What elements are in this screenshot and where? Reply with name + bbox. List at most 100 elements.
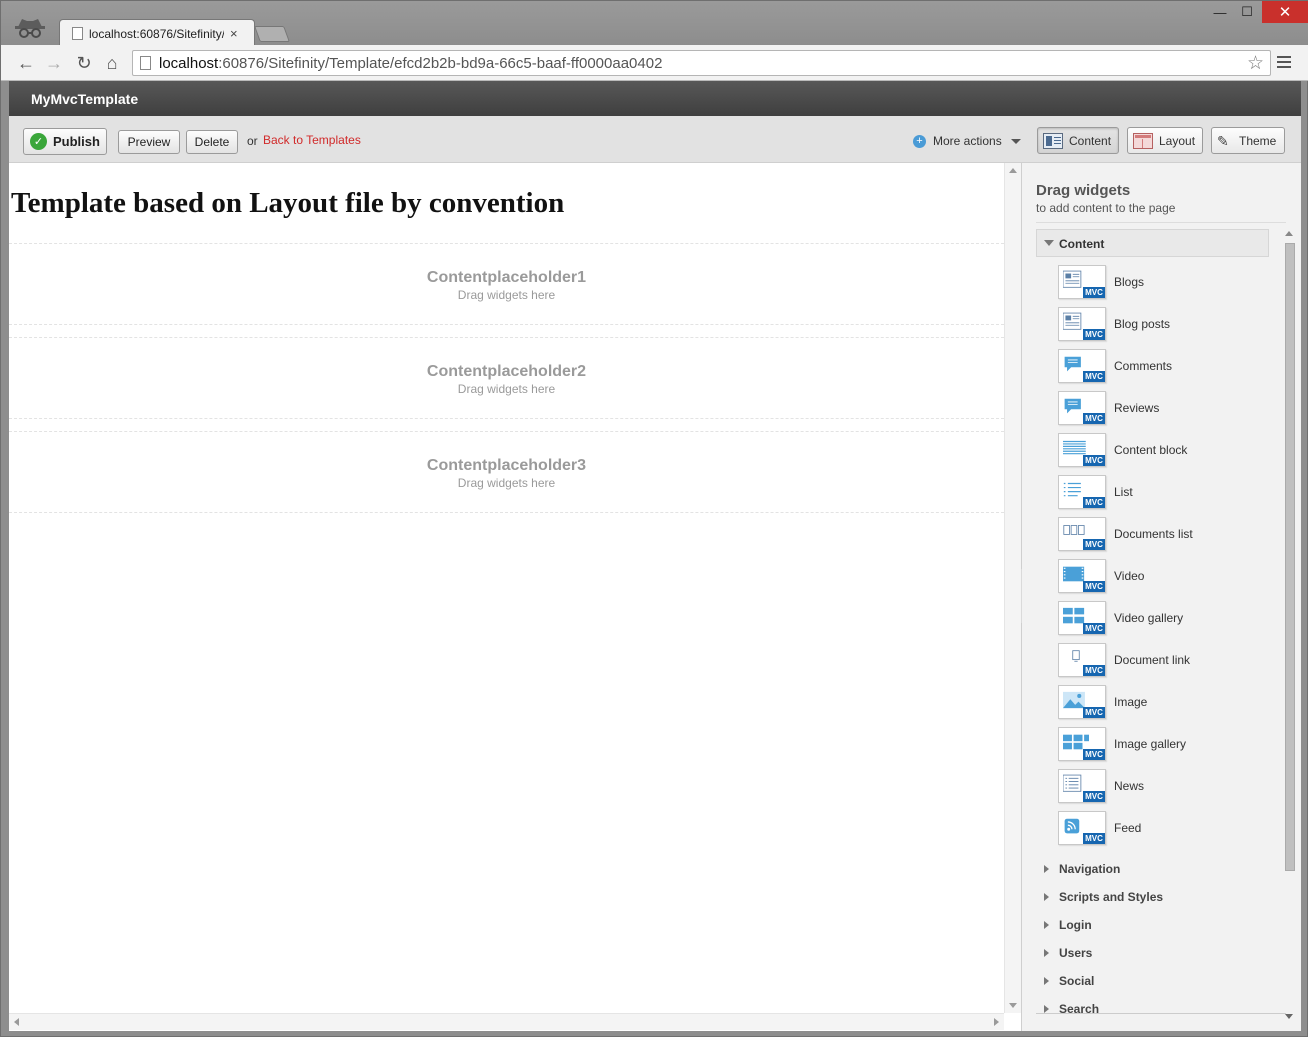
comments-icon: MVC	[1058, 349, 1106, 383]
chevron-right-icon	[1044, 949, 1049, 957]
page-icon	[140, 56, 151, 70]
section-header-users[interactable]: Users	[1044, 943, 1092, 963]
feed-icon: MVC	[1058, 811, 1106, 845]
widget-item[interactable]: MVC Image gallery	[1058, 725, 1278, 763]
back-arrow-icon[interactable]: ←	[15, 53, 37, 73]
widget-item[interactable]: MVC Video	[1058, 557, 1278, 595]
scroll-up-icon[interactable]	[1009, 168, 1017, 173]
widget-item[interactable]: MVC Comments	[1058, 347, 1278, 385]
home-icon[interactable]: ⌂	[101, 53, 123, 73]
canvas-horizontal-scrollbar[interactable]	[9, 1013, 1004, 1030]
panel-title: Drag widgets	[1036, 182, 1131, 199]
mvc-badge: MVC	[1083, 581, 1105, 592]
scroll-down-icon[interactable]	[1009, 1003, 1017, 1008]
reload-icon[interactable]: ↻	[73, 53, 95, 73]
mvc-badge: MVC	[1083, 371, 1105, 382]
chevron-right-icon	[1044, 865, 1049, 873]
bookmark-star-icon[interactable]: ☆	[1247, 52, 1264, 75]
image-gallery-icon: MVC	[1058, 727, 1106, 761]
document-link-icon: MVC	[1058, 643, 1106, 677]
section-header-search[interactable]: Search	[1044, 999, 1099, 1019]
publish-button[interactable]: ✓ Publish	[23, 128, 107, 155]
forward-arrow-icon[interactable]: →	[43, 53, 65, 73]
mvc-badge: MVC	[1083, 749, 1105, 760]
mvc-badge: MVC	[1083, 455, 1105, 466]
section-header-login[interactable]: Login	[1044, 915, 1092, 935]
widget-item[interactable]: MVC Blog posts	[1058, 305, 1278, 343]
panel-subtitle: to add content to the page	[1036, 201, 1176, 215]
widget-item[interactable]: MVC Documents list	[1058, 515, 1278, 553]
widget-item[interactable]: MVC Document link	[1058, 641, 1278, 679]
canvas-vertical-scrollbar[interactable]	[1004, 163, 1021, 1013]
window-minimize-button[interactable]: —	[1207, 1, 1233, 23]
scroll-right-icon[interactable]	[994, 1018, 999, 1026]
new-tab-button[interactable]	[254, 26, 290, 42]
mvc-badge: MVC	[1083, 497, 1105, 508]
video-icon: MVC	[1058, 559, 1106, 593]
mvc-badge: MVC	[1083, 707, 1105, 718]
section-header-scripts-and-styles[interactable]: Scripts and Styles	[1044, 887, 1163, 907]
widget-label: Reviews	[1114, 401, 1160, 415]
content-placeholder[interactable]: Contentplaceholder3 Drag widgets here	[9, 431, 1004, 513]
chevron-right-icon	[1044, 1005, 1049, 1013]
widget-label: Video gallery	[1114, 611, 1184, 625]
mvc-badge: MVC	[1083, 287, 1105, 298]
more-actions-menu[interactable]: + More actions	[913, 134, 1021, 148]
widget-item[interactable]: MVC Image	[1058, 683, 1278, 721]
widget-item[interactable]: MVC Reviews	[1058, 389, 1278, 427]
chevron-right-icon	[1044, 893, 1049, 901]
scroll-left-icon[interactable]	[14, 1018, 19, 1026]
section-header-navigation[interactable]: Navigation	[1044, 859, 1120, 879]
scroll-thumb[interactable]	[1285, 243, 1295, 871]
section-header-content[interactable]: Content	[1036, 229, 1269, 257]
publish-label: Publish	[53, 134, 100, 149]
panel-scrollbar[interactable]	[1284, 229, 1295, 1019]
divider	[1036, 222, 1286, 223]
page-viewport: MyMvcTemplate ✓ Publish Preview Delete o…	[9, 81, 1301, 1031]
content-placeholder[interactable]: Contentplaceholder1 Drag widgets here	[9, 243, 1004, 325]
back-to-templates-link[interactable]: Back to Templates	[263, 133, 361, 147]
address-bar[interactable]: localhost:60876/Sitefinity/Template/efcd…	[132, 50, 1271, 76]
window-close-button[interactable]: ✕	[1262, 1, 1308, 23]
browser-menu-icon[interactable]	[1277, 53, 1291, 71]
section-label: Content	[1059, 237, 1105, 251]
browser-toolbar: ← → ↻ ⌂ localhost:60876/Sitefinity/Templ…	[1, 45, 1308, 81]
widget-item[interactable]: MVC List	[1058, 473, 1278, 511]
more-actions-label: More actions	[933, 134, 1002, 148]
content-mode-button[interactable]: Content	[1037, 127, 1119, 154]
theme-mode-button[interactable]: ✎ Theme	[1211, 127, 1285, 154]
delete-button[interactable]: Delete	[186, 130, 238, 154]
widget-label: Image	[1114, 695, 1148, 709]
check-icon: ✓	[30, 133, 47, 150]
mvc-badge: MVC	[1083, 791, 1105, 802]
template-title: MyMvcTemplate	[31, 91, 139, 107]
section-label: Login	[1059, 918, 1092, 932]
or-text: or	[247, 134, 258, 148]
widget-item[interactable]: MVC Blogs	[1058, 263, 1278, 301]
browser-tab[interactable]: localhost:60876/Sitefinity/ ×	[59, 19, 255, 46]
layout-icon	[1133, 132, 1153, 149]
preview-button[interactable]: Preview	[118, 130, 180, 154]
tab-close-icon[interactable]: ×	[230, 26, 238, 41]
widget-label: Documents list	[1114, 527, 1193, 541]
widget-item[interactable]: MVC Feed	[1058, 809, 1278, 847]
reviews-icon: MVC	[1058, 391, 1106, 425]
browser-titlebar: localhost:60876/Sitefinity/ × — ☐ ✕	[1, 1, 1308, 46]
list-icon: MVC	[1058, 475, 1106, 509]
scroll-up-icon[interactable]	[1285, 231, 1293, 236]
content-placeholder[interactable]: Contentplaceholder2 Drag widgets here	[9, 337, 1004, 419]
widget-label: Content block	[1114, 443, 1188, 457]
widget-label: Comments	[1114, 359, 1173, 373]
widget-item[interactable]: MVC News	[1058, 767, 1278, 805]
widget-label: Blog posts	[1114, 317, 1171, 331]
widget-item[interactable]: MVC Content block	[1058, 431, 1278, 469]
widget-item[interactable]: MVC Video gallery	[1058, 599, 1278, 637]
app-header: MyMvcTemplate	[9, 81, 1301, 116]
window-maximize-button[interactable]: ☐	[1234, 1, 1260, 23]
placeholder-hint: Drag widgets here	[457, 476, 556, 490]
placeholder-title: Contentplaceholder3	[426, 457, 587, 474]
placeholder-title: Contentplaceholder2	[426, 363, 587, 380]
layout-mode-button[interactable]: Layout	[1127, 127, 1203, 154]
section-header-social[interactable]: Social	[1044, 971, 1094, 991]
scroll-down-icon[interactable]	[1285, 1014, 1293, 1019]
